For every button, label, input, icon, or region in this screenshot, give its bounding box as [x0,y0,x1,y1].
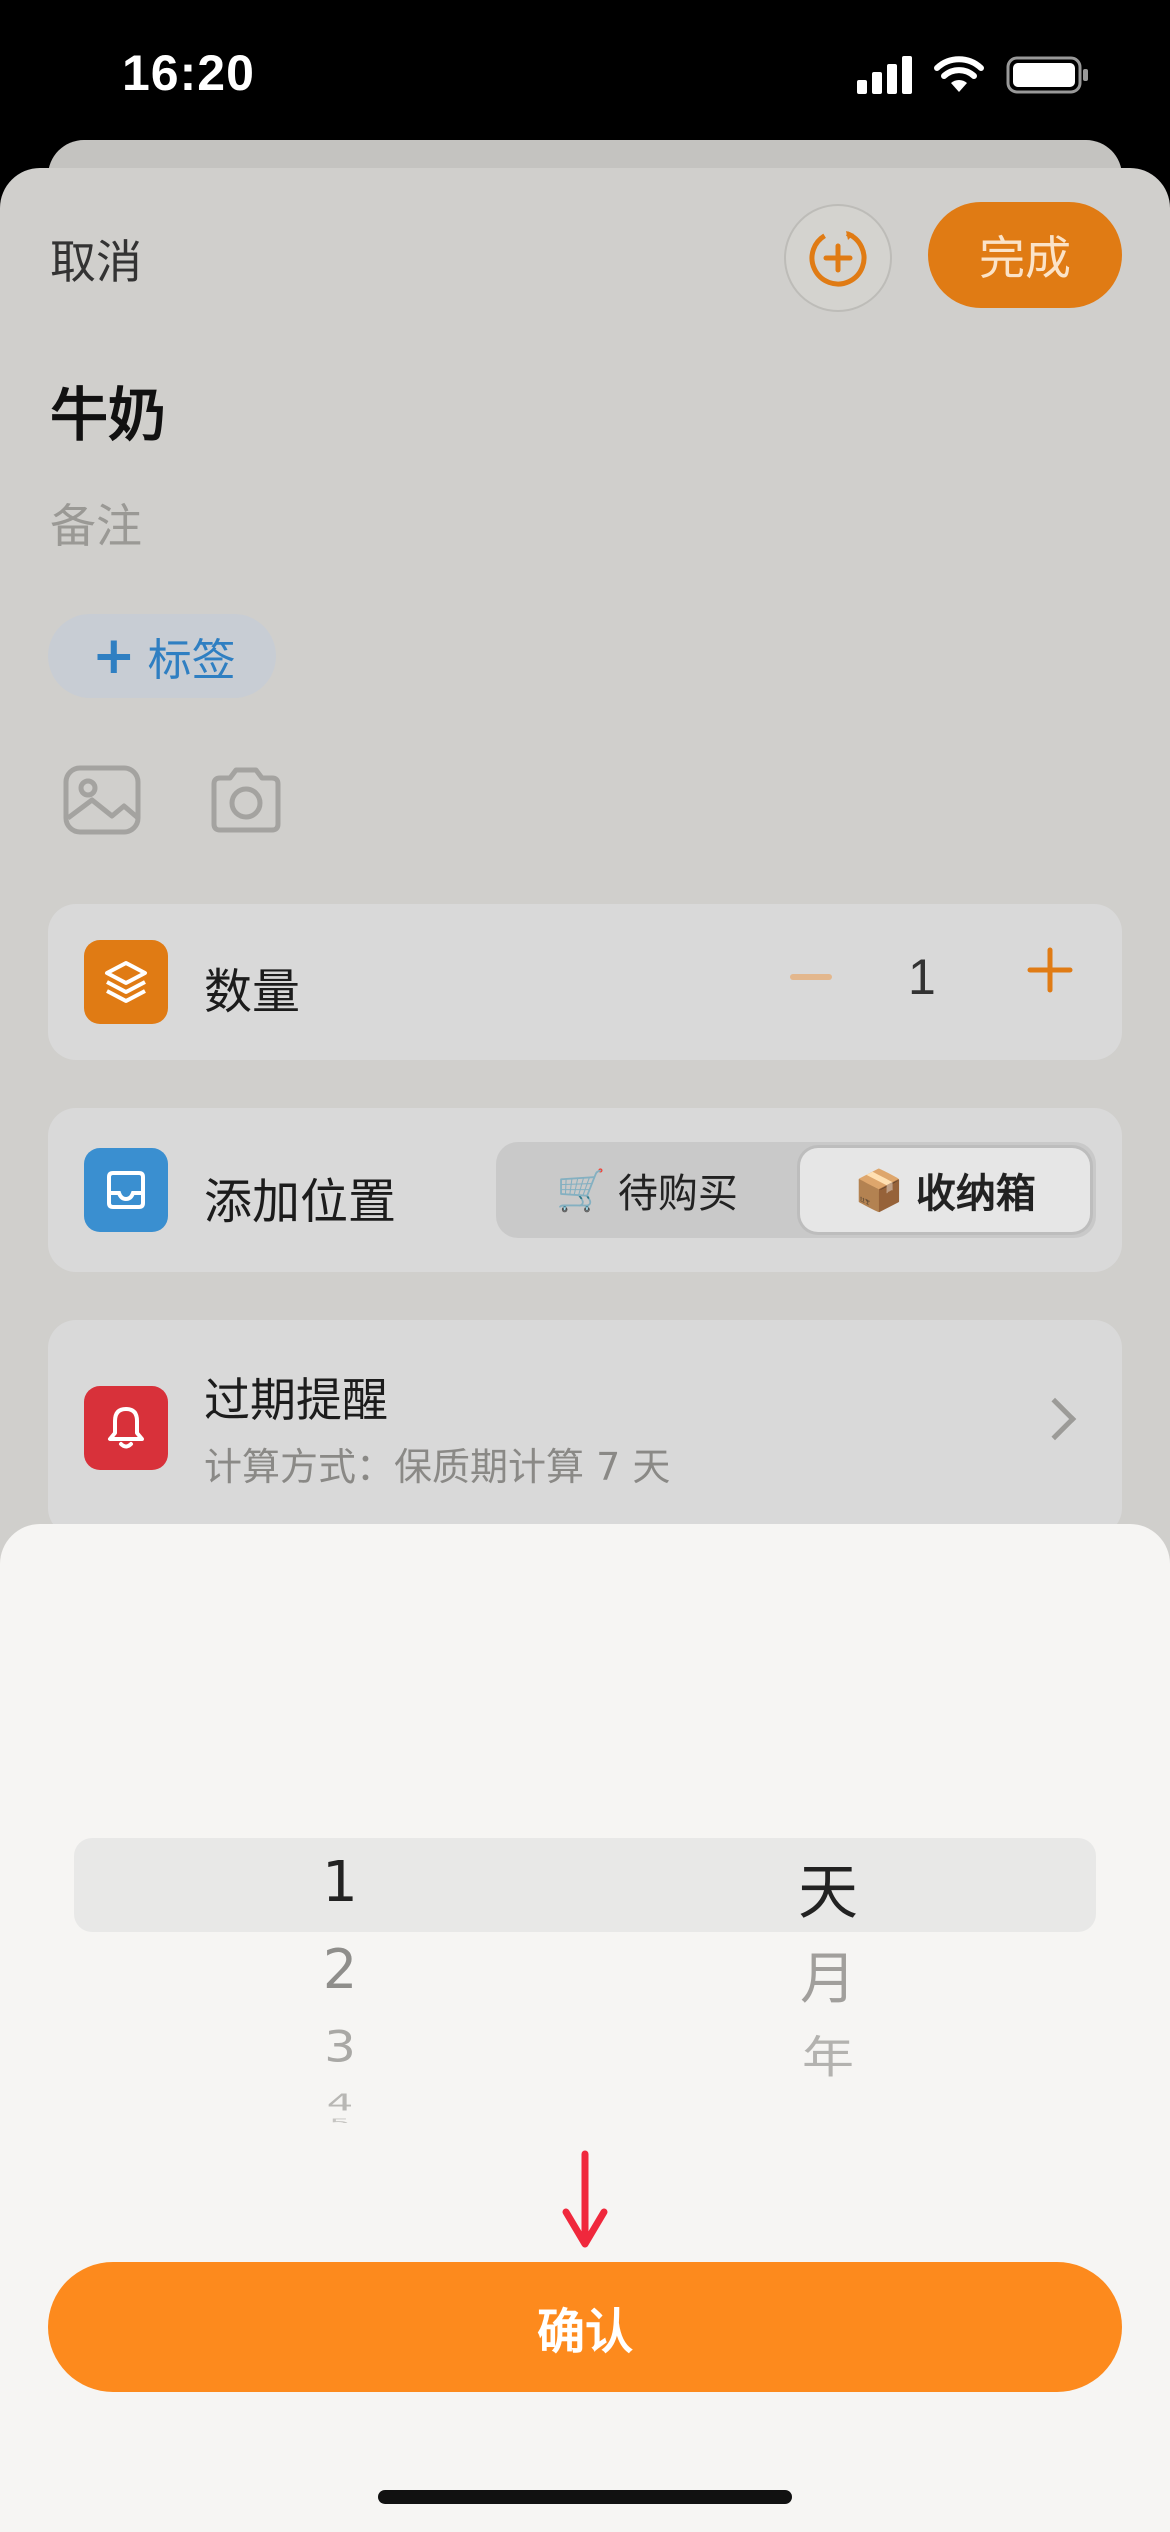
expire-subtitle: 计算方式：保质期计算 7 天 [204,1445,671,1489]
status-time: 16:20 [122,45,255,101]
quantity-row: 数量 1 [48,904,1122,1060]
status-icons [857,56,1090,94]
arrow-down-icon [562,2150,608,2248]
cart-icon: 🛒 [556,1167,606,1214]
quantity-label: 数量 [204,964,301,1020]
picker-number: 2 [322,1938,358,2001]
bell-icon [84,1386,168,1470]
segment-label: 收纳箱 [915,1171,1036,1217]
cancel-button[interactable]: 取消 [50,226,142,292]
add-tag-button[interactable]: + 标签 [48,614,276,698]
wifi-icon [934,56,984,92]
quantity-value: 1 [908,949,936,1005]
tray-icon [84,1148,168,1232]
picker-selection-highlight [74,1838,1096,1932]
picker-unit: 月 [800,1947,856,2012]
box-icon: 📦 [854,1167,904,1214]
increment-button[interactable] [1026,946,1074,994]
expire-reminder-row[interactable]: 过期提醒 计算方式：保质期计算 7 天 [48,1320,1122,1536]
location-row: 添加位置 🛒 待购买 📦 收纳箱 [48,1108,1122,1272]
photo-icon[interactable] [62,760,142,840]
chevron-right-icon [1033,1397,1077,1441]
done-button[interactable]: 完成 [928,202,1122,308]
picker-number: 3 [324,2022,356,2072]
expire-title: 过期提醒 [204,1373,388,1427]
add-button[interactable] [784,204,892,312]
unit-wheel[interactable]: 天 月 年 [728,1524,928,2164]
plus-icon: + [92,626,136,686]
decrement-button[interactable] [790,974,832,980]
picker-unit-selected: 天 [798,1858,858,1928]
cellular-signal-icon [857,56,912,94]
segment-to-buy[interactable]: 🛒 待购买 [502,1148,792,1232]
number-wheel[interactable]: 1 2 3 4 5 [240,1524,440,2164]
picker-unit: 年 [801,2032,854,2084]
location-label: 添加位置 [204,1174,397,1230]
picker-number: 5 [329,2117,351,2123]
stack-icon [84,940,168,1024]
segment-label: 待购买 [617,1171,738,1217]
picker-number: 4 [326,2089,354,2111]
segment-storage-box[interactable]: 📦 收纳箱 [800,1148,1090,1232]
battery-icon [1006,56,1088,94]
confirm-button[interactable]: 确认 [48,2262,1122,2392]
camera-icon[interactable] [206,760,286,840]
add-tag-label: 标签 [147,635,236,686]
note-field[interactable]: 备注 [50,490,142,556]
status-bar: 16:20 [0,0,1170,150]
item-name-field[interactable]: 牛奶 [50,368,166,452]
plus-circle-icon [809,229,867,287]
location-segmented-control: 🛒 待购买 📦 收纳箱 [496,1142,1096,1238]
home-indicator [378,2490,792,2504]
picker-number-selected: 1 [322,1850,358,1915]
